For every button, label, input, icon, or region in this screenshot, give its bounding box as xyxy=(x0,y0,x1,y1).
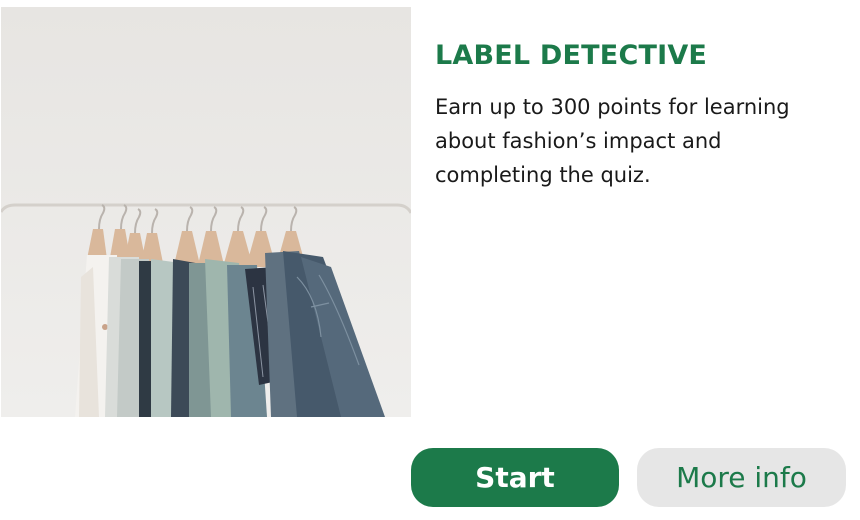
start-button[interactable]: Start xyxy=(411,448,619,507)
clothing-rack-image xyxy=(1,7,411,417)
card-title: LABEL DETECTIVE xyxy=(435,40,708,71)
quiz-card: LABEL DETECTIVE Earn up to 300 points fo… xyxy=(0,0,860,520)
more-info-button[interactable]: More info xyxy=(637,448,846,507)
card-description: Earn up to 300 points for learning about… xyxy=(435,95,790,187)
